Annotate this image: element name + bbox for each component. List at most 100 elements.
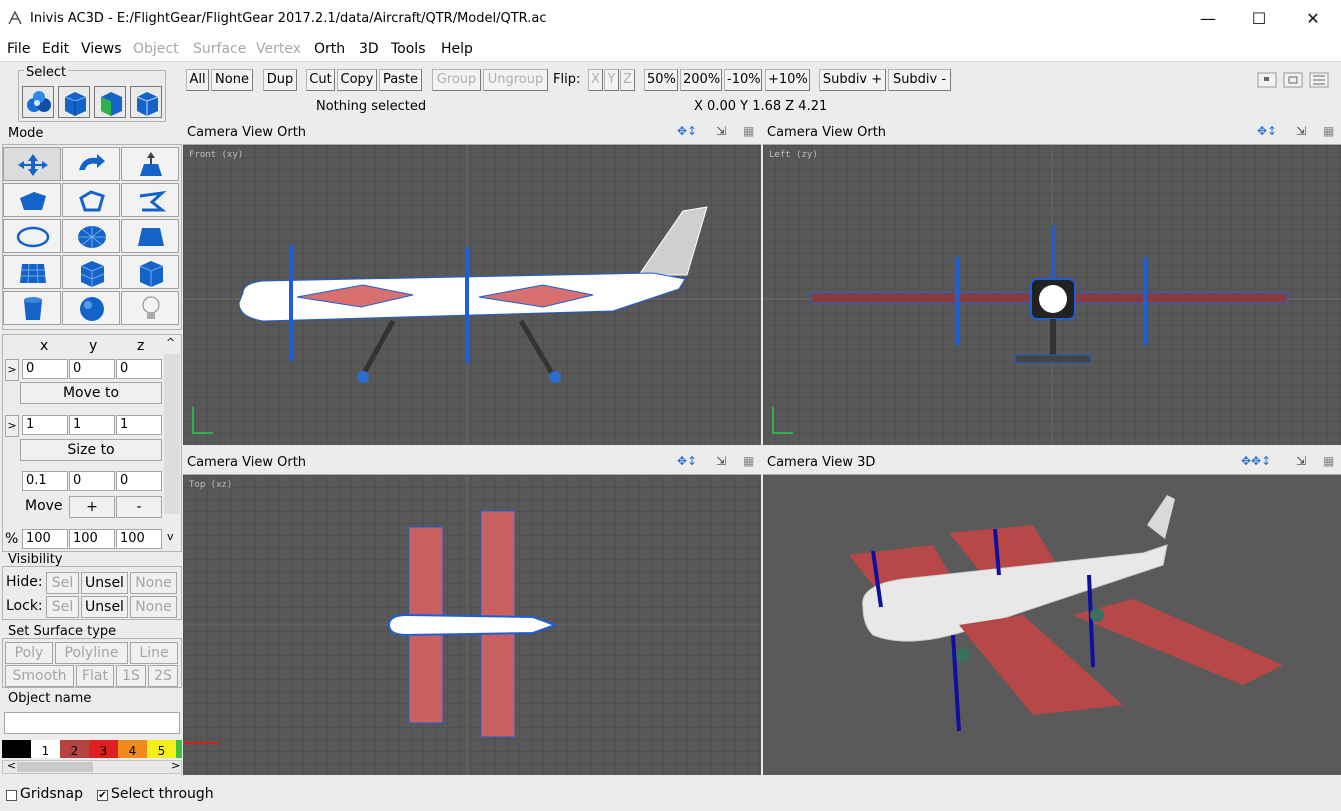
front-viewport[interactable]: Camera View Orth ✥↕ ⇲ ▦ Front (xy) <box>183 119 761 445</box>
surface-line-button[interactable]: Line <box>130 642 178 664</box>
panel-scrollbar[interactable] <box>164 354 180 514</box>
mode-extrude-button[interactable] <box>121 147 179 181</box>
mode-disk-button[interactable] <box>62 219 120 253</box>
scale-x-field[interactable]: 100 <box>22 529 68 549</box>
ungroup-button[interactable]: Ungroup <box>483 69 548 91</box>
duplicate-button[interactable]: Dup <box>263 69 297 91</box>
lock-sel-button[interactable]: Sel <box>46 596 79 618</box>
surface-2s-button[interactable]: 2S <box>148 665 178 687</box>
hide-unsel-button[interactable]: Unsel <box>81 572 128 594</box>
select-vertex-mode-button[interactable] <box>22 86 54 118</box>
group-button[interactable]: Group <box>432 69 481 91</box>
color-swatch-orange[interactable]: 4 <box>118 740 147 758</box>
hide-sel-button[interactable]: Sel <box>46 572 79 594</box>
move-step-z-field[interactable]: 0 <box>116 471 162 491</box>
subdiv-minus-button[interactable]: Subdiv - <box>888 69 951 91</box>
menu-object[interactable]: Object <box>133 41 179 57</box>
flip-x-button[interactable]: X <box>588 69 603 91</box>
menu-help[interactable]: Help <box>441 41 473 57</box>
flip-y-button[interactable]: Y <box>604 69 619 91</box>
size-y-field[interactable]: 1 <box>69 415 115 435</box>
mode-cylinder-button[interactable] <box>3 291 61 325</box>
perspective-viewport[interactable]: Camera View 3D ✥✥↕ ⇲ ▦ <box>763 449 1341 775</box>
menu-surface[interactable]: Surface <box>193 41 246 57</box>
color-swatch-white[interactable]: 1 <box>31 740 60 758</box>
color-swatch-yellow[interactable]: 5 <box>147 740 176 758</box>
close-button[interactable]: ✕ <box>1290 6 1336 32</box>
palette-scrollbar[interactable]: < > <box>2 759 182 774</box>
reset-view-icon[interactable]: ⇲ <box>716 124 726 138</box>
size-z-field[interactable]: 1 <box>116 415 162 435</box>
mode-light-button[interactable] <box>121 291 179 325</box>
position-z-field[interactable]: 0 <box>116 359 162 379</box>
select-object-mode-button[interactable] <box>58 86 90 118</box>
paste-button[interactable]: Paste <box>379 69 422 91</box>
object-name-field[interactable] <box>4 712 180 734</box>
reset-view-icon[interactable]: ⇲ <box>1296 124 1306 138</box>
mode-polyline-button[interactable] <box>62 183 120 217</box>
layout-icons[interactable] <box>1256 71 1338 89</box>
scale-50-button[interactable]: 50% <box>644 69 678 91</box>
minimize-button[interactable]: — <box>1185 6 1231 32</box>
select-all-button[interactable]: All <box>186 69 209 91</box>
size-to-button[interactable]: Size to <box>20 439 162 461</box>
mode-subdivided-box-button[interactable] <box>62 255 120 289</box>
pan-icon[interactable]: ✥↕ <box>677 454 697 468</box>
color-swatch-green[interactable] <box>176 740 182 758</box>
surface-polyline-button[interactable]: Polyline <box>55 642 128 664</box>
mode-move-button[interactable] <box>3 147 61 181</box>
move-plus-button[interactable]: + <box>69 496 115 518</box>
copy-button[interactable]: Copy <box>337 69 377 91</box>
mode-rotate-button[interactable] <box>62 147 120 181</box>
position-expand-button[interactable]: > <box>5 359 19 381</box>
mode-polygon-button[interactable] <box>3 183 61 217</box>
select-group-mode-button[interactable] <box>130 86 162 118</box>
cut-button[interactable]: Cut <box>306 69 335 91</box>
maximize-view-icon[interactable]: ▦ <box>743 124 754 138</box>
mode-line-button[interactable] <box>121 183 179 217</box>
gridsnap-checkbox[interactable] <box>6 790 17 801</box>
color-swatch-black[interactable] <box>2 740 31 758</box>
flip-z-button[interactable]: Z <box>620 69 635 91</box>
size-x-field[interactable]: 1 <box>22 415 68 435</box>
move-step-y-field[interactable]: 0 <box>69 471 115 491</box>
lock-none-button[interactable]: None <box>130 596 177 618</box>
lock-unsel-button[interactable]: Unsel <box>81 596 128 618</box>
select-none-button[interactable]: None <box>211 69 253 91</box>
palette-scroll-thumb[interactable] <box>17 762 93 772</box>
reset-view-icon[interactable]: ⇲ <box>1296 454 1306 468</box>
reset-view-icon[interactable]: ⇲ <box>716 454 726 468</box>
mode-sphere-button[interactable] <box>62 291 120 325</box>
scale-200-button[interactable]: 200% <box>680 69 722 91</box>
position-y-field[interactable]: 0 <box>69 359 115 379</box>
scale-z-field[interactable]: 100 <box>116 529 162 549</box>
mode-ellipse-button[interactable] <box>3 219 61 253</box>
surface-poly-button[interactable]: Poly <box>5 642 53 664</box>
surface-smooth-button[interactable]: Smooth <box>5 665 74 687</box>
surface-1s-button[interactable]: 1S <box>116 665 146 687</box>
scroll-down-icon[interactable]: v <box>167 530 174 543</box>
hide-none-button[interactable]: None <box>130 572 177 594</box>
rotate-pan-icon[interactable]: ✥✥↕ <box>1241 454 1271 468</box>
perspective-view-canvas[interactable] <box>763 475 1341 775</box>
maximize-view-icon[interactable]: ▦ <box>743 454 754 468</box>
move-to-button[interactable]: Move to <box>20 382 162 404</box>
color-swatch-red-dark[interactable]: 2 <box>60 740 89 758</box>
maximize-button[interactable]: ☐ <box>1236 6 1282 32</box>
left-view-canvas[interactable]: Left (zy) <box>763 145 1341 445</box>
surface-flat-button[interactable]: Flat <box>76 665 114 687</box>
menu-views[interactable]: Views <box>81 41 122 57</box>
mode-box-button[interactable] <box>121 255 179 289</box>
menu-orth[interactable]: Orth <box>314 41 345 57</box>
move-minus-button[interactable]: - <box>116 496 162 518</box>
size-expand-button[interactable]: > <box>5 415 19 437</box>
subdiv-plus-button[interactable]: Subdiv + <box>819 69 886 91</box>
scale-y-field[interactable]: 100 <box>69 529 115 549</box>
mode-rectangle-button[interactable] <box>121 219 179 253</box>
menu-edit[interactable]: Edit <box>42 41 69 57</box>
menu-vertex[interactable]: Vertex <box>256 41 301 57</box>
top-view-canvas[interactable]: Top (xz) <box>183 475 761 775</box>
top-viewport[interactable]: Camera View Orth ✥↕ ⇲ ▦ Top (xz) <box>183 449 761 775</box>
scale-plus10-button[interactable]: +10% <box>765 69 810 91</box>
position-x-field[interactable]: 0 <box>22 359 68 379</box>
